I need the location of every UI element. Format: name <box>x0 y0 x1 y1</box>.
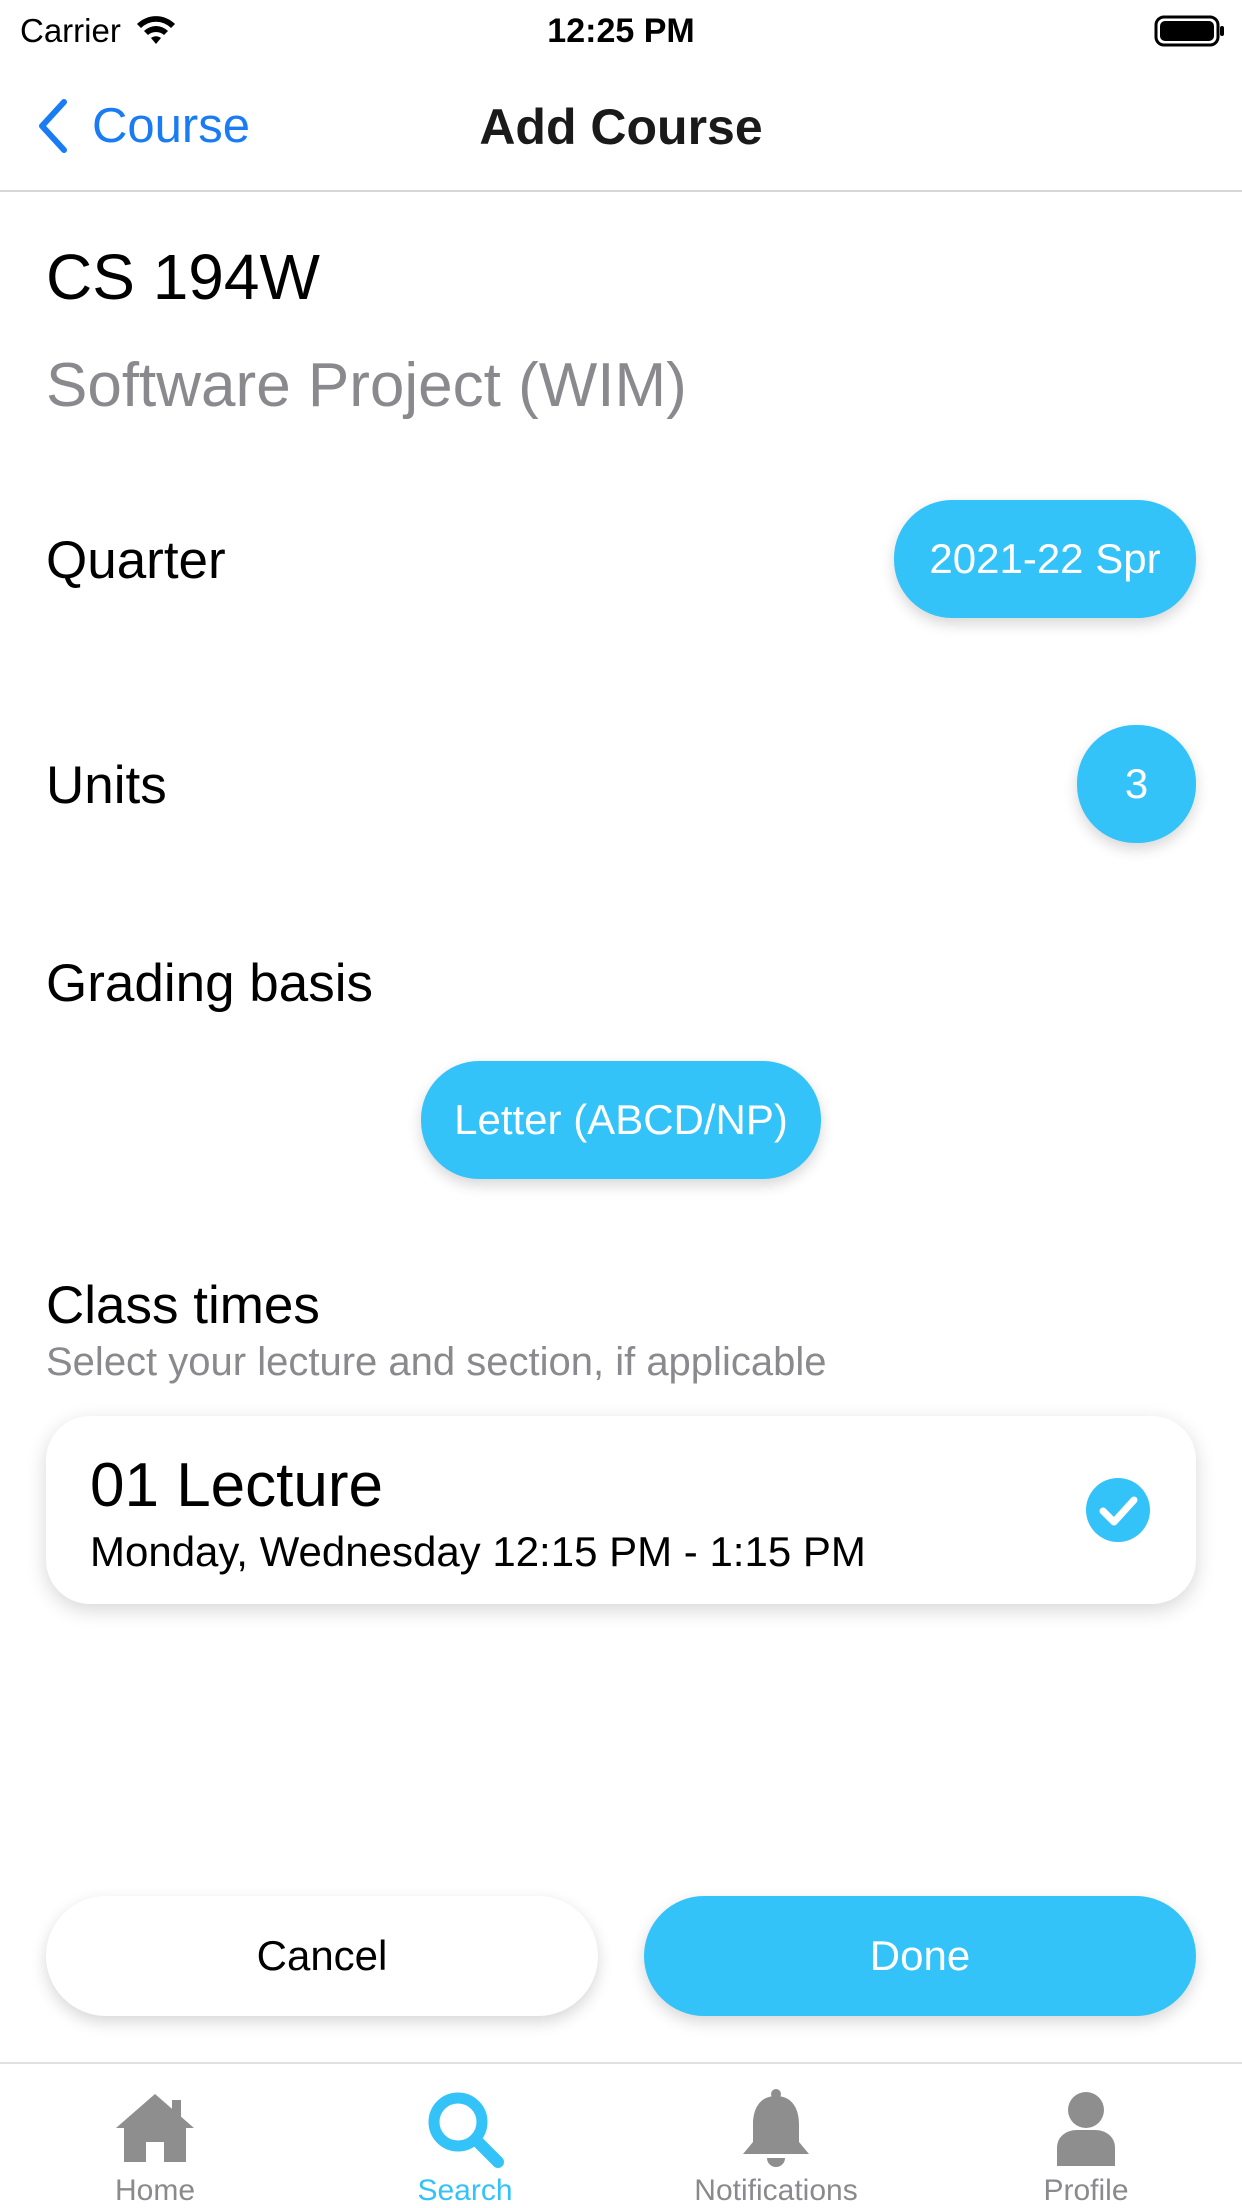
tab-notifications[interactable]: Notifications <box>621 2064 931 2208</box>
units-select-button[interactable]: 3 <box>1077 725 1196 843</box>
bell-icon <box>743 2089 809 2167</box>
class-time-option[interactable]: 01 Lecture Monday, Wednesday 12:15 PM - … <box>46 1416 1196 1604</box>
page-title: Add Course <box>479 99 763 155</box>
tab-home-label: Home <box>114 2174 196 2207</box>
status-bar: Carrier 12:25 PM <box>0 0 1242 62</box>
add-course-screen: Carrier 12:25 PM Course Add Course CS 19… <box>0 0 1242 2208</box>
search-icon <box>428 2092 504 2168</box>
class-time-title: 01 Lecture <box>90 1451 383 1520</box>
tab-profile-label: Profile <box>1043 2174 1129 2207</box>
course-name: Software Project (WIM) <box>46 351 687 420</box>
done-button[interactable]: Done <box>644 1896 1196 2016</box>
grading-basis-select-button[interactable]: Letter (ABCD/NP) <box>421 1061 821 1179</box>
course-code: CS 194W <box>46 241 320 313</box>
battery-icon <box>1154 15 1224 47</box>
home-icon <box>116 2094 194 2162</box>
quarter-label: Quarter <box>46 531 226 590</box>
units-label: Units <box>46 756 167 815</box>
checkmark-circle-icon <box>1086 1478 1150 1542</box>
tab-notifications-label: Notifications <box>694 2174 858 2207</box>
quarter-select-button[interactable]: 2021-22 Spr <box>894 500 1196 618</box>
tab-home[interactable]: Home <box>0 2064 310 2208</box>
person-icon <box>1057 2092 1115 2166</box>
tab-search[interactable]: Search <box>310 2064 620 2208</box>
tab-profile[interactable]: Profile <box>931 2064 1241 2208</box>
class-times-subtitle: Select your lecture and section, if appl… <box>46 1340 827 1384</box>
navigation-bar: Course Add Course <box>0 62 1242 192</box>
cancel-button[interactable]: Cancel <box>46 1896 598 2016</box>
class-times-title: Class times <box>46 1276 320 1335</box>
tab-search-label: Search <box>417 2174 513 2207</box>
class-time-schedule: Monday, Wednesday 12:15 PM - 1:15 PM <box>90 1528 866 1575</box>
tab-bar: Home Search Notifications Profile <box>0 2062 1242 2208</box>
grading-basis-label: Grading basis <box>46 954 374 1013</box>
status-time: 12:25 PM <box>547 12 695 50</box>
